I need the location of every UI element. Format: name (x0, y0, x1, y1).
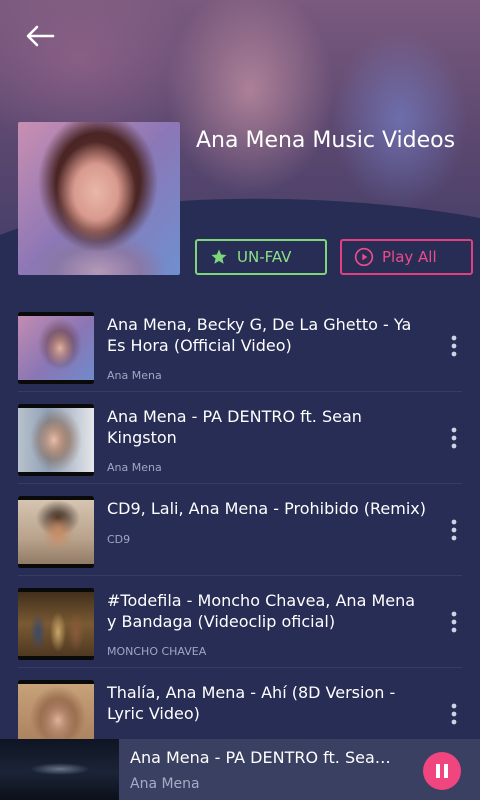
video-title: #Todefila - Moncho Chavea, Ana Mena y Ba… (107, 591, 416, 631)
player-title: Ana Mena - PA DENTRO ft. Sean... (130, 748, 400, 767)
arrow-left-icon (26, 25, 55, 47)
video-row[interactable]: CD9, Lali, Ana Mena - Prohibido (Remix) … (0, 484, 480, 576)
video-channel: Ana Mena (107, 369, 162, 382)
video-row[interactable]: Ana Mena, Becky G, De La Ghetto - Ya Es … (0, 300, 480, 392)
more-vertical-icon (451, 703, 457, 725)
video-title: CD9, Lali, Ana Mena - Prohibido (Remix) (107, 499, 426, 518)
pause-icon (436, 764, 448, 778)
unfav-button[interactable]: UN-FAV (195, 239, 327, 275)
playlist-cover-image (18, 122, 180, 275)
pause-button[interactable] (423, 752, 461, 790)
video-title: Ana Mena, Becky G, De La Ghetto - Ya Es … (107, 315, 412, 355)
video-thumbnail (18, 312, 94, 384)
mini-player[interactable]: Ana Mena - PA DENTRO ft. Sean... Ana Men… (0, 739, 480, 800)
more-vertical-icon (451, 519, 457, 541)
video-row[interactable]: Ana Mena - PA DENTRO ft. Sean Kingston A… (0, 392, 480, 484)
video-thumbnail (18, 496, 94, 568)
video-thumbnail (18, 588, 94, 660)
video-title: Ana Mena - PA DENTRO ft. Sean Kingston (107, 407, 362, 447)
more-vertical-icon (451, 335, 457, 357)
more-options-button[interactable] (440, 514, 468, 546)
more-options-button[interactable] (440, 606, 468, 638)
video-thumbnail (18, 404, 94, 476)
more-options-button[interactable] (440, 698, 468, 730)
back-button[interactable] (22, 22, 58, 50)
more-vertical-icon (451, 427, 457, 449)
play-circle-icon (354, 247, 374, 267)
play-all-button[interactable]: Play All (340, 239, 473, 275)
unfav-label: UN-FAV (237, 248, 292, 266)
play-all-label: Play All (382, 248, 437, 266)
more-options-button[interactable] (440, 330, 468, 362)
video-channel: MONCHO CHAVEA (107, 645, 207, 658)
more-vertical-icon (451, 611, 457, 633)
player-artist: Ana Mena (130, 776, 200, 792)
page-title: Ana Mena Music Videos (196, 128, 456, 153)
video-title: Thalía, Ana Mena - Ahí (8D Version - Lyr… (107, 683, 396, 723)
more-options-button[interactable] (440, 422, 468, 454)
video-channel: CD9 (107, 533, 131, 546)
video-row[interactable]: #Todefila - Moncho Chavea, Ana Mena y Ba… (0, 576, 480, 668)
app-screen: Ana Mena Music Videos UN-FAV Play All An… (0, 0, 480, 800)
star-icon (209, 247, 229, 267)
player-thumbnail (0, 739, 119, 800)
video-channel: Ana Mena (107, 461, 162, 474)
